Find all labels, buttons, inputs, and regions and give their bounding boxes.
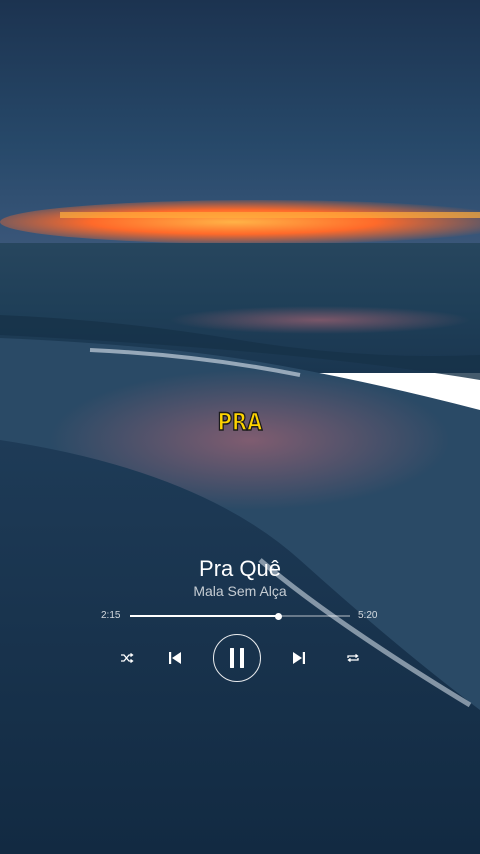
shuffle-icon [121, 652, 134, 664]
song-artist: Mala Sem Alça [193, 583, 287, 599]
progress-fill [130, 615, 279, 617]
shuffle-button[interactable] [118, 650, 136, 666]
repeat-icon [347, 653, 359, 663]
skip-previous-icon [169, 652, 181, 664]
progress-bar[interactable] [130, 612, 350, 620]
play-pause-button[interactable] [213, 634, 261, 682]
current-time: 2:15 [101, 610, 121, 621]
pause-icon [230, 648, 244, 668]
repeat-button[interactable] [344, 650, 362, 666]
song-title: Pra Quê [199, 556, 281, 581]
lyric-text: PRA [217, 407, 263, 437]
next-button[interactable] [290, 650, 308, 666]
skip-next-icon [293, 652, 305, 664]
progress-thumb[interactable] [275, 612, 282, 620]
total-time: 5:20 [358, 610, 378, 621]
previous-button[interactable] [166, 650, 184, 666]
